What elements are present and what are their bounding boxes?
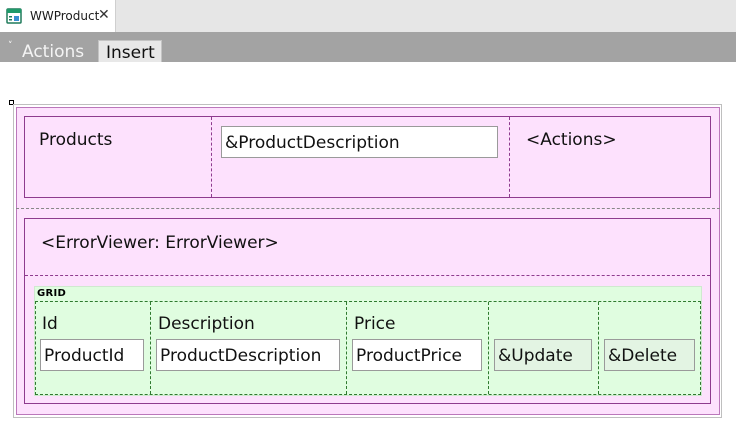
- grid-column-divider: [346, 302, 347, 394]
- grid-cell-productprice[interactable]: ProductPrice: [352, 339, 482, 371]
- grid-column-divider: [598, 302, 599, 394]
- grid-column-divider: [488, 302, 489, 394]
- main-table-row-divider: [16, 208, 720, 209]
- tab-insert-label: Insert: [106, 43, 155, 63]
- tab-actions[interactable]: Actions: [22, 42, 84, 62]
- delete-button[interactable]: &Delete: [604, 339, 695, 371]
- grid-column-header-description[interactable]: Description: [158, 314, 255, 334]
- update-button[interactable]: &Update: [494, 339, 592, 371]
- webpanel-icon: [6, 8, 22, 24]
- body-table-row-divider: [25, 275, 710, 276]
- grid-label: GRID: [37, 288, 67, 299]
- document-tab-title: WWProduct: [30, 9, 100, 23]
- description-filter-field[interactable]: &ProductDescription: [221, 126, 498, 158]
- header-cell-divider: [211, 117, 212, 197]
- close-icon[interactable]: ✕: [98, 7, 110, 23]
- actions-placeholder[interactable]: <Actions>: [526, 130, 617, 150]
- grid-column-header-price[interactable]: Price: [354, 314, 395, 334]
- grid-cell-productdescription[interactable]: ProductDescription: [156, 339, 340, 371]
- grid-column-header-id[interactable]: Id: [42, 314, 58, 334]
- page-title[interactable]: Products: [39, 130, 112, 150]
- grid-column-divider: [150, 302, 151, 394]
- header-cell-divider: [509, 117, 510, 197]
- grid-cell-productid[interactable]: ProductId: [40, 339, 144, 371]
- chevron-down-icon[interactable]: ˅: [8, 41, 13, 51]
- error-viewer-control[interactable]: <ErrorViewer: ErrorViewer>: [41, 233, 279, 253]
